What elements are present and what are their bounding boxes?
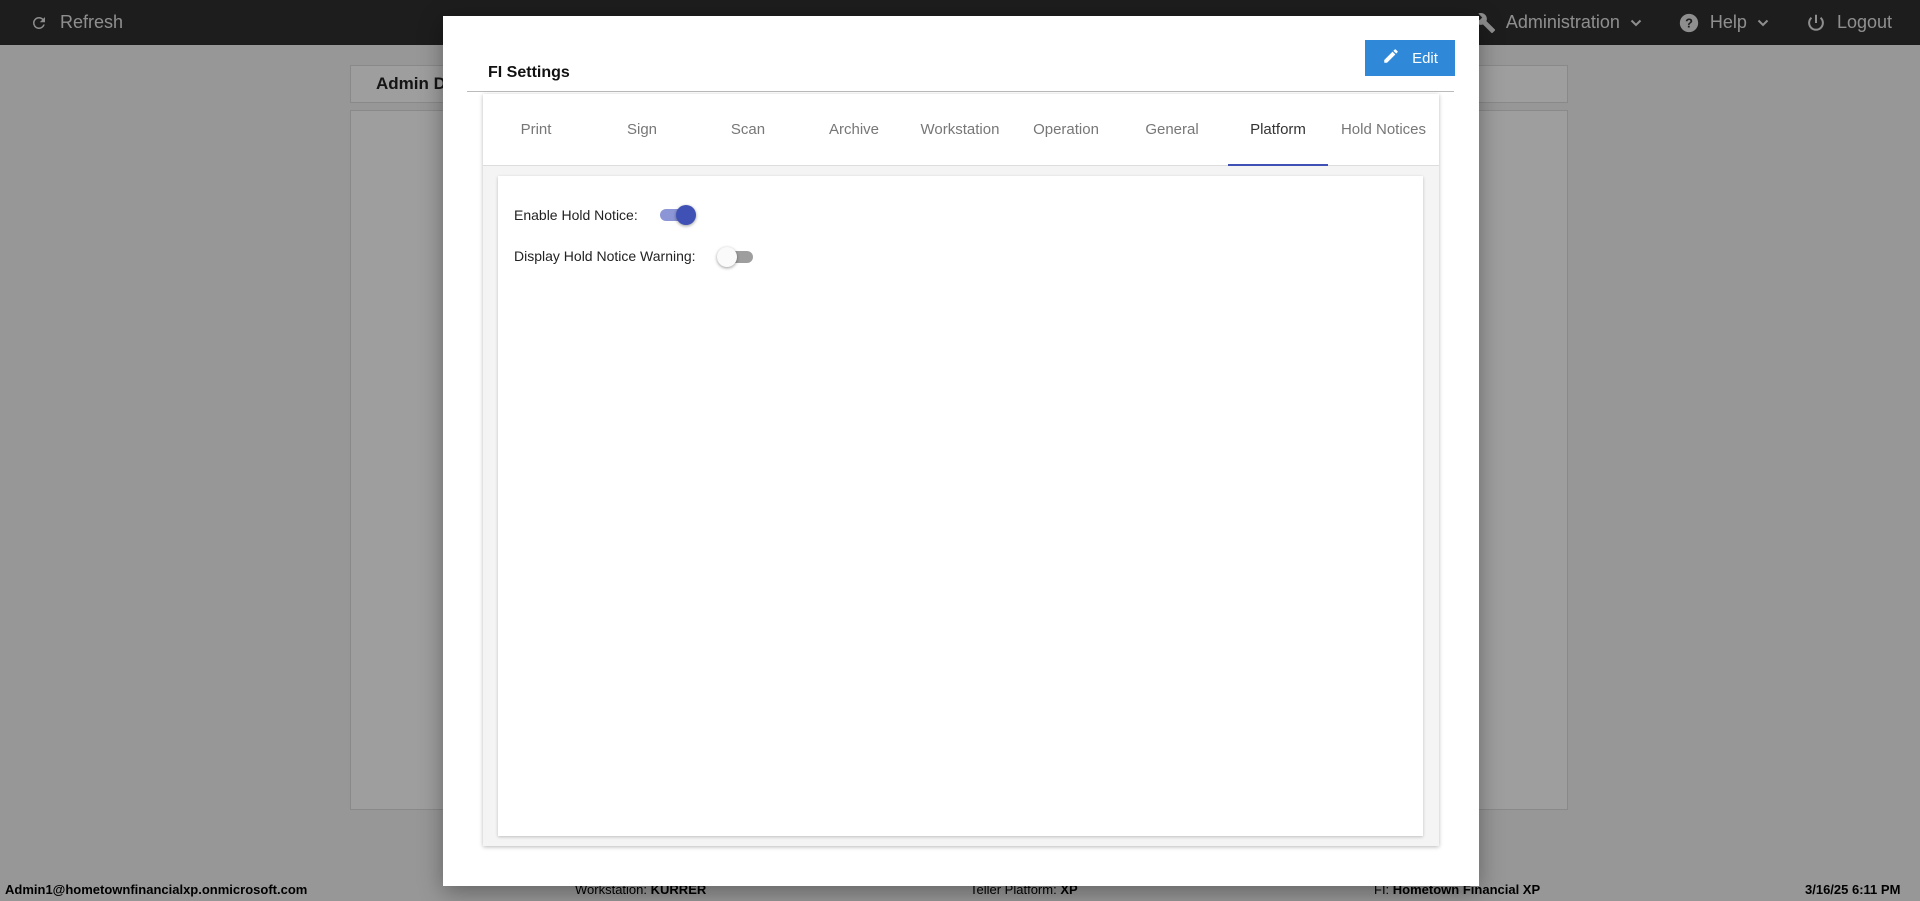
display-hold-notice-warning-toggle[interactable] — [717, 243, 757, 269]
toggle-thumb — [676, 205, 696, 225]
tab-scan[interactable]: Scan — [695, 94, 801, 165]
pencil-icon — [1382, 47, 1400, 69]
enable-hold-notice-label: Enable Hold Notice: — [514, 207, 638, 223]
tab-archive[interactable]: Archive — [801, 94, 907, 165]
settings-card: Print Sign Scan Archive Workstation Oper… — [483, 94, 1439, 846]
tab-platform[interactable]: Platform — [1228, 94, 1328, 166]
tab-sign[interactable]: Sign — [589, 94, 695, 165]
dialog-header: FI Settings — [467, 40, 1454, 92]
fi-settings-dialog: FI Settings Edit Print Sign Scan Archive… — [443, 16, 1479, 886]
display-hold-notice-warning-label: Display Hold Notice Warning: — [514, 248, 696, 264]
settings-tabs: Print Sign Scan Archive Workstation Oper… — [483, 94, 1439, 166]
tab-print[interactable]: Print — [483, 94, 589, 165]
platform-settings-panel: Enable Hold Notice: Display Hold Notice … — [498, 176, 1423, 836]
enable-hold-notice-toggle[interactable] — [658, 201, 698, 227]
toggle-thumb — [717, 247, 737, 267]
tab-general[interactable]: General — [1119, 94, 1225, 165]
tab-operation[interactable]: Operation — [1013, 94, 1119, 165]
tab-hold-notices[interactable]: Hold Notices — [1328, 94, 1439, 165]
edit-label: Edit — [1412, 49, 1438, 67]
edit-button[interactable]: Edit — [1365, 40, 1455, 76]
tab-workstation[interactable]: Workstation — [907, 94, 1013, 165]
dialog-title: FI Settings — [488, 64, 570, 81]
